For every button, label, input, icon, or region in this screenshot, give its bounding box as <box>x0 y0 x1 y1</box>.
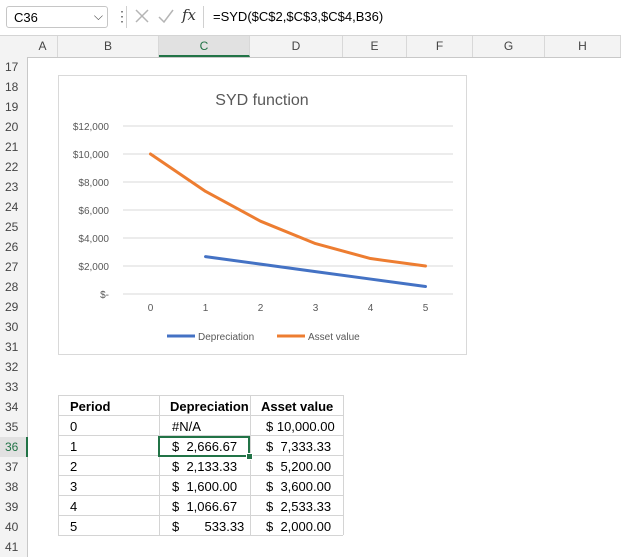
cell-asset-value[interactable]: $ 2,533.33 <box>266 497 331 517</box>
row-header-24[interactable]: 24 <box>0 197 28 217</box>
row-header-39[interactable]: 39 <box>0 497 28 517</box>
y-tick-label: $- <box>100 290 109 301</box>
table-gridline <box>58 415 343 416</box>
header-depreciation[interactable]: Depreciation <box>170 397 249 417</box>
x-tick-label: 2 <box>258 303 264 314</box>
cancel-icon[interactable] <box>134 7 150 25</box>
row-header-35[interactable]: 35 <box>0 417 28 437</box>
column-header-e[interactable]: E <box>343 36 407 57</box>
cell-asset-value[interactable]: $ 5,200.00 <box>266 457 331 477</box>
row-header-31[interactable]: 31 <box>0 337 28 357</box>
row-header-32[interactable]: 32 <box>0 357 28 377</box>
line-chart[interactable]: SYD function $- $2,000 $4,000 $6,000 $8,000 $1… <box>58 75 467 355</box>
y-tick-label: $12,000 <box>73 122 110 133</box>
table-gridline <box>159 395 160 535</box>
name-box[interactable]: C36 ⌵ <box>6 6 108 28</box>
cell-depreciation[interactable]: $ 1,066.67 <box>172 497 237 517</box>
x-tick-label: 1 <box>203 303 209 314</box>
name-box-value: C36 <box>14 10 38 25</box>
formula-bar: C36 ⌵ ⋮ fx =SYD($C$2,$C$3,$C$4,B36) <box>0 0 621 36</box>
enter-check-icon[interactable] <box>158 7 174 25</box>
column-header-b[interactable]: B <box>58 36 159 57</box>
y-tick-label: $2,000 <box>78 262 109 273</box>
table-gridline <box>58 395 343 396</box>
table-gridline <box>343 395 344 535</box>
row-header-20[interactable]: 20 <box>0 117 28 137</box>
chart-canvas: SYD function $- $2,000 $4,000 $6,000 $8,000 $1… <box>73 92 453 343</box>
cell-period[interactable]: 0 <box>70 417 77 437</box>
column-header-a[interactable]: A <box>28 36 58 57</box>
chart-title: SYD function <box>215 92 308 109</box>
y-tick-label: $8,000 <box>78 178 109 189</box>
row-header-26[interactable]: 26 <box>0 237 28 257</box>
row-header-22[interactable]: 22 <box>0 157 28 177</box>
row-header-33[interactable]: 33 <box>0 377 28 397</box>
fill-handle[interactable] <box>246 453 253 460</box>
column-headers: A B C D E F G H <box>0 36 621 58</box>
divider <box>203 6 204 28</box>
row-header-41[interactable]: 41 <box>0 537 28 557</box>
column-header-h[interactable]: H <box>545 36 621 57</box>
row-header-23[interactable]: 23 <box>0 177 28 197</box>
table-gridline <box>250 395 251 535</box>
cell-period[interactable]: 3 <box>70 477 77 497</box>
column-header-f[interactable]: F <box>407 36 473 57</box>
header-period[interactable]: Period <box>70 397 110 417</box>
x-tick-label: 5 <box>423 303 429 314</box>
column-header-c[interactable]: C <box>159 36 250 57</box>
row-header-34[interactable]: 34 <box>0 397 28 417</box>
formula-input[interactable]: =SYD($C$2,$C$3,$C$4,B36) <box>213 9 383 24</box>
row-header-38[interactable]: 38 <box>0 477 28 497</box>
cell-period[interactable]: 5 <box>70 517 77 537</box>
y-tick-label: $4,000 <box>78 234 109 245</box>
y-tick-label: $10,000 <box>73 150 110 161</box>
cell-asset-value[interactable]: $ 7,333.33 <box>266 437 331 457</box>
row-header-28[interactable]: 28 <box>0 277 28 297</box>
row-header-17[interactable]: 17 <box>0 57 28 77</box>
row-header-27[interactable]: 27 <box>0 257 28 277</box>
cell-period[interactable]: 4 <box>70 497 77 517</box>
legend-label: Asset value <box>308 332 360 343</box>
x-tick-label: 3 <box>313 303 319 314</box>
row-header-25[interactable]: 25 <box>0 217 28 237</box>
x-tick-label: 4 <box>368 303 374 314</box>
cell-period[interactable]: 1 <box>70 437 77 457</box>
cell-asset-value[interactable]: $ 10,000.00 <box>266 417 335 437</box>
row-header-18[interactable]: 18 <box>0 77 28 97</box>
cell-asset-value[interactable]: $ 2,000.00 <box>266 517 331 537</box>
insert-function-button[interactable]: fx <box>182 6 196 24</box>
header-asset-value[interactable]: Asset value <box>261 397 333 417</box>
row-header-21[interactable]: 21 <box>0 137 28 157</box>
cell-depreciation[interactable]: $ 533.33 <box>172 517 244 537</box>
legend-label: Depreciation <box>198 332 254 343</box>
cell-period[interactable]: 2 <box>70 457 77 477</box>
table-gridline <box>58 395 59 535</box>
row-header-29[interactable]: 29 <box>0 297 28 317</box>
cell-depreciation[interactable]: #N/A <box>172 417 201 437</box>
cell-depreciation[interactable]: $ 2,133.33 <box>172 457 237 477</box>
row-header-37[interactable]: 37 <box>0 457 28 477</box>
column-header-d[interactable]: D <box>250 36 343 57</box>
active-cell-border <box>158 436 250 457</box>
cell-depreciation[interactable]: $ 1,600.00 <box>172 477 237 497</box>
y-tick-label: $6,000 <box>78 206 109 217</box>
row-header-30[interactable]: 30 <box>0 317 28 337</box>
divider <box>126 6 127 28</box>
row-header-36[interactable]: 36 <box>0 437 28 457</box>
column-header-g[interactable]: G <box>473 36 545 57</box>
row-header-19[interactable]: 19 <box>0 97 28 117</box>
row-header-40[interactable]: 40 <box>0 517 28 537</box>
x-tick-label: 0 <box>148 303 154 314</box>
chevron-down-icon[interactable]: ⌵ <box>94 9 103 24</box>
cell-asset-value[interactable]: $ 3,600.00 <box>266 477 331 497</box>
